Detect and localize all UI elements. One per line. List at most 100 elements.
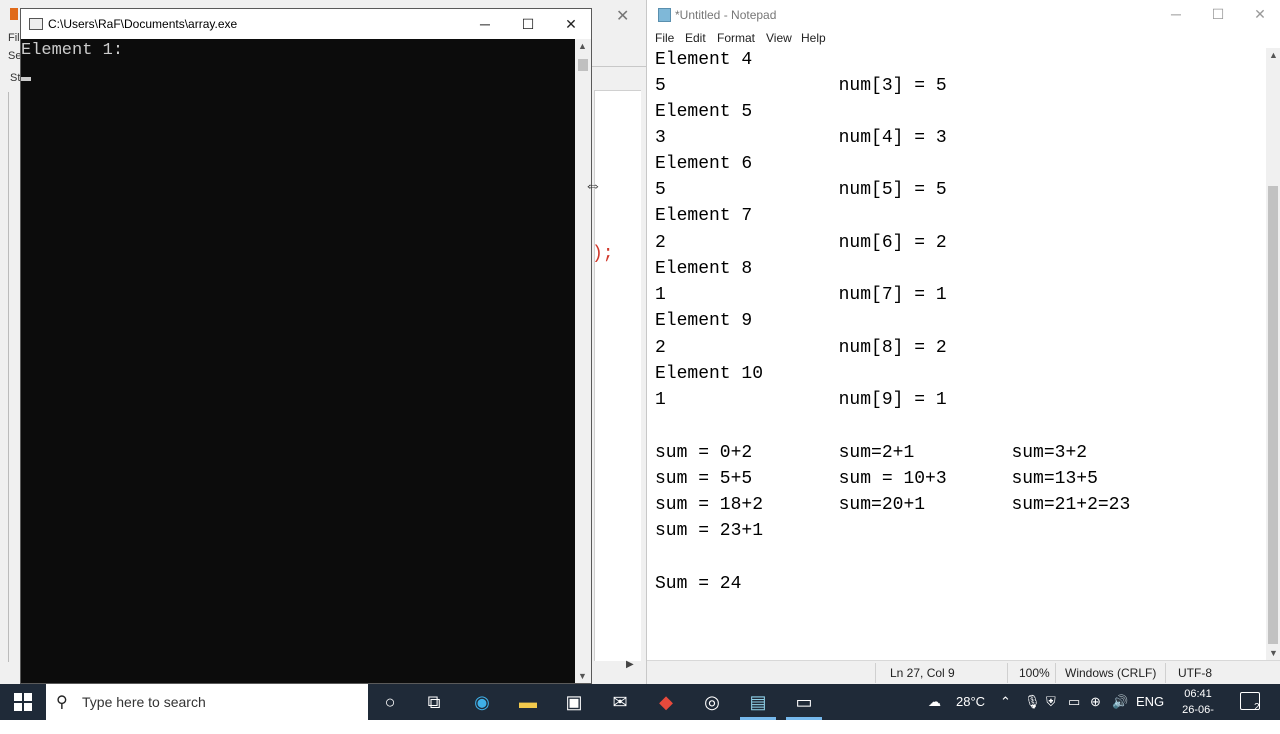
volume-icon[interactable]: 🔊 [1112, 694, 1128, 710]
minimize-button[interactable]: ─ [1155, 3, 1197, 25]
edge-browser-icon[interactable]: ◉ [470, 690, 494, 714]
windows-logo-icon [14, 703, 22, 711]
menu-help[interactable]: Help [801, 31, 826, 45]
console-title: C:\Users\RaF\Documents\array.exe [48, 17, 238, 31]
security-icon[interactable]: ⛨ [1046, 694, 1056, 710]
minimize-button[interactable]: ─ [465, 13, 505, 35]
text-line: 3 num[4] = 3 [655, 128, 947, 148]
taskbar: ⚲ Type here to search ○ ⧉ ◉ ▬ ▣ ✉ ◆ ◎ ▤ … [0, 684, 1280, 732]
text-line: Element 8 [655, 259, 753, 279]
text-line: sum = 18+2 sum=20+1 sum=21+2=23 [655, 495, 1131, 515]
text-line: 2 num[6] = 2 [655, 233, 947, 253]
scroll-up-icon[interactable]: ▲ [1269, 50, 1278, 60]
network-icon[interactable]: ⊕ [1090, 694, 1101, 710]
console-window[interactable]: C:\Users\RaF\Documents\array.exe ─ ☐ ✕ E… [20, 8, 592, 684]
zoom-level: 100% [1019, 666, 1050, 680]
codeblocks-icon[interactable]: ◆ [654, 690, 678, 714]
status-divider [1165, 663, 1166, 683]
maximize-button[interactable]: ☐ [1197, 3, 1239, 25]
mail-icon[interactable]: ✉ [608, 690, 632, 714]
input-language[interactable]: ENG [1136, 694, 1164, 709]
microphone-icon[interactable]: 🎙 [1024, 694, 1041, 710]
windows-logo-icon [24, 703, 32, 711]
notepad-app-icon [658, 8, 671, 22]
cortana-icon[interactable]: ○ [378, 690, 402, 714]
cursor-position: Ln 27, Col 9 [890, 666, 955, 680]
windows-logo-icon [14, 693, 22, 701]
close-button[interactable]: ✕ [551, 13, 591, 35]
console-output: Element 1: [21, 41, 124, 60]
system-clock[interactable]: 06:41 26-06-2022 [1172, 686, 1224, 734]
editor-divider [592, 66, 646, 67]
menu-file[interactable]: File [655, 31, 674, 45]
notification-count: 2 [1254, 702, 1260, 713]
weather-icon[interactable]: ☁ [928, 694, 941, 710]
notepad-taskbar-icon[interactable]: ▤ [746, 690, 770, 714]
console-taskbar-icon[interactable]: ▭ [792, 690, 816, 714]
scrollbar-thumb[interactable] [1268, 186, 1278, 644]
line-ending: Windows (CRLF) [1065, 666, 1157, 680]
scrollbar-thumb[interactable] [578, 59, 588, 71]
file-explorer-icon[interactable]: ▬ [516, 690, 540, 714]
text-line: 5 num[3] = 5 [655, 76, 947, 96]
menu-format[interactable]: Format [717, 31, 755, 45]
search-placeholder: Type here to search [82, 694, 206, 710]
close-icon[interactable]: ✕ [616, 6, 629, 26]
text-line: 5 num[5] = 5 [655, 180, 947, 200]
editor-menu-fragment[interactable]: Fil [8, 32, 20, 44]
text-line: 1 num[7] = 1 [655, 285, 947, 305]
editor-left-strip [0, 0, 20, 684]
notepad-statusbar: Ln 27, Col 9 100% Windows (CRLF) UTF-8 [647, 660, 1280, 684]
editor-app-icon [10, 8, 18, 20]
text-line: Element 7 [655, 206, 753, 226]
windows-logo-icon [24, 693, 32, 701]
notepad-titlebar[interactable]: *Untitled - Notepad ─ ☐ ✕ [647, 0, 1280, 28]
text-line: Element 6 [655, 154, 753, 174]
text-line: sum = 5+5 sum = 10+3 sum=13+5 [655, 469, 1098, 489]
text-line: Element 5 [655, 102, 753, 122]
text-cursor [21, 77, 31, 81]
notepad-title: *Untitled - Notepad [675, 8, 777, 22]
editor-gutter-line [8, 92, 9, 662]
scroll-right-icon[interactable]: ▶ [626, 659, 634, 670]
scroll-up-icon[interactable]: ▲ [578, 41, 587, 51]
status-divider [1007, 663, 1008, 683]
menu-edit[interactable]: Edit [685, 31, 706, 45]
text-line: sum = 23+1 [655, 521, 764, 541]
meet-now-icon[interactable]: ▭ [1068, 694, 1080, 710]
search-icon: ⚲ [56, 694, 68, 711]
notepad-menubar: File Edit Format View Help [647, 28, 1280, 48]
scroll-down-icon[interactable]: ▼ [578, 671, 587, 681]
scroll-down-icon[interactable]: ▼ [1269, 648, 1278, 658]
console-scrollbar[interactable]: ▲ ▼ [575, 39, 591, 683]
weather-temperature[interactable]: 28°C [956, 694, 985, 709]
text-line: Element 9 [655, 311, 753, 331]
clock-date: 26-06-2022 [1182, 704, 1214, 732]
start-button[interactable] [14, 693, 32, 711]
notepad-window[interactable]: *Untitled - Notepad ─ ☐ ✕ File Edit Form… [646, 0, 1280, 684]
text-line: 1 num[9] = 1 [655, 390, 947, 410]
notepad-scrollbar[interactable]: ▲ ▼ [1266, 48, 1280, 660]
chevron-up-icon[interactable]: ⌃ [1000, 694, 1011, 710]
text-line: Element 10 [655, 364, 764, 384]
task-view-icon[interactable]: ⧉ [422, 690, 446, 714]
close-button[interactable]: ✕ [1239, 3, 1280, 25]
console-app-icon [29, 18, 43, 30]
encoding: UTF-8 [1178, 666, 1212, 680]
text-line: Sum = 24 [655, 574, 742, 594]
store-icon[interactable]: ▣ [562, 690, 586, 714]
text-line: 2 num[8] = 2 [655, 338, 947, 358]
text-line: sum = 0+2 sum=2+1 sum=3+2 [655, 443, 1088, 463]
maximize-button[interactable]: ☐ [508, 13, 548, 35]
obs-icon[interactable]: ◎ [700, 690, 724, 714]
editor-tab-fragment[interactable]: St [10, 72, 20, 84]
console-titlebar[interactable]: C:\Users\RaF\Documents\array.exe ─ ☐ ✕ [21, 9, 591, 39]
clock-time: 06:41 [1184, 688, 1212, 700]
text-line: Element 4 [655, 50, 753, 70]
taskbar-search-box[interactable]: ⚲ Type here to search [46, 684, 368, 720]
notepad-text-area[interactable]: Element 4 5 num[3] = 5 Element 5 3 num[4… [647, 48, 1267, 660]
status-divider [1055, 663, 1056, 683]
resize-cursor-icon: ⇔ [584, 175, 602, 195]
menu-view[interactable]: View [766, 31, 792, 45]
editor-code-fragment: ); [592, 244, 614, 264]
